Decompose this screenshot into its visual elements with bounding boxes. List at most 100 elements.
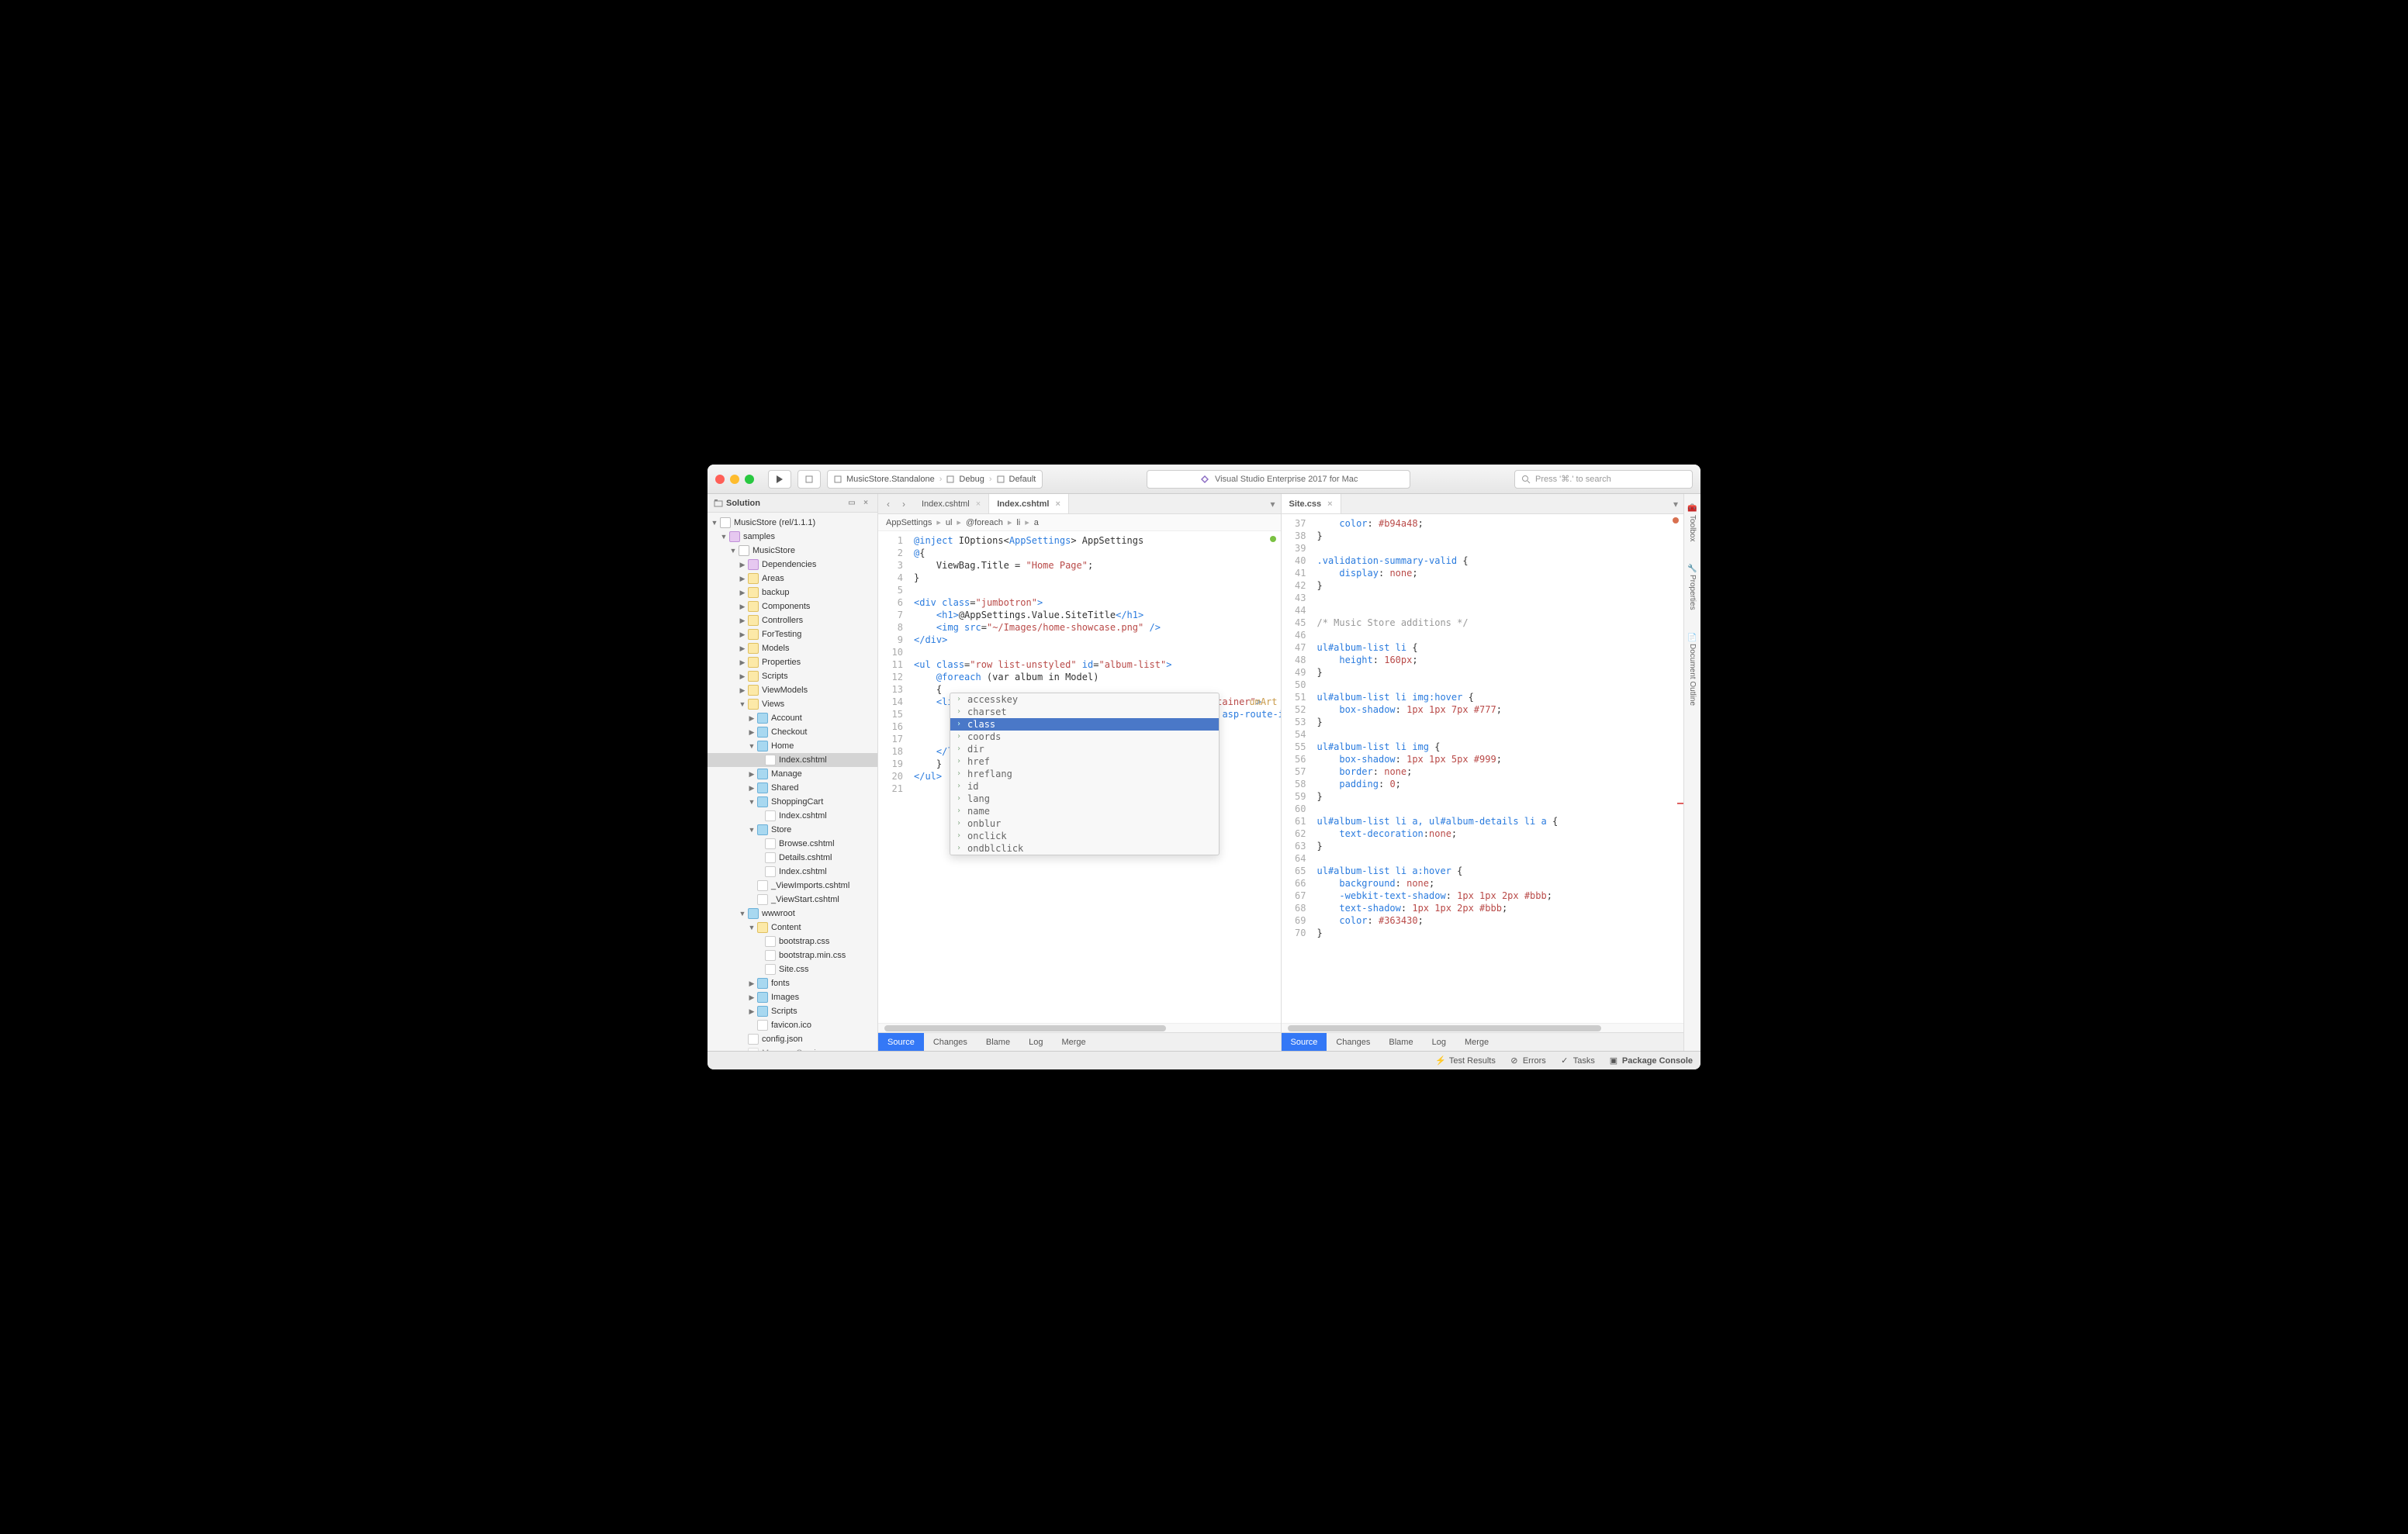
- tree-file[interactable]: Index.cshtml: [708, 865, 877, 879]
- bottom-tab-log[interactable]: Log: [1019, 1033, 1052, 1051]
- tree-item[interactable]: ▶Images: [708, 990, 877, 1004]
- bottom-tab-changes[interactable]: Changes: [924, 1033, 977, 1051]
- tree-file-index-cshtml[interactable]: Index.cshtml: [708, 753, 877, 767]
- pad-properties[interactable]: 🔧 Properties: [1687, 558, 1698, 615]
- tree-file[interactable]: favicon.ico: [708, 1018, 877, 1032]
- tab-site-css[interactable]: Site.css×: [1282, 494, 1341, 513]
- tree-solution-root[interactable]: ▼MusicStore (rel/1.1.1): [708, 516, 877, 530]
- folder-icon: [729, 531, 740, 542]
- pad-toolbox[interactable]: 🧰 Toolbox: [1687, 499, 1698, 546]
- code-editor-right[interactable]: 3738394041424344454647484950515253545556…: [1282, 514, 1684, 1023]
- run-configuration[interactable]: MusicStore.Standalone › Debug › Default: [827, 470, 1043, 489]
- tree-folder-shoppingcart[interactable]: ▼ShoppingCart: [708, 795, 877, 809]
- autocomplete-item[interactable]: ›accesskey: [950, 693, 1219, 706]
- solution-icon: [720, 517, 731, 528]
- autocomplete-item[interactable]: ›charset: [950, 706, 1219, 718]
- close-icon[interactable]: ×: [1327, 499, 1332, 509]
- tree-item[interactable]: ▶Dependencies: [708, 558, 877, 572]
- autocomplete-item[interactable]: ›class: [950, 718, 1219, 731]
- autocomplete-item[interactable]: ›name: [950, 805, 1219, 817]
- bottom-tab-source[interactable]: Source: [1282, 1033, 1327, 1051]
- global-search[interactable]: Press '⌘.' to search: [1514, 470, 1693, 489]
- horizontal-scrollbar[interactable]: [878, 1023, 1281, 1032]
- pad-document-outline[interactable]: 📄 Document Outline: [1687, 627, 1698, 710]
- tree-item[interactable]: ▶ViewModels: [708, 683, 877, 697]
- autocomplete-item[interactable]: ›onclick: [950, 830, 1219, 842]
- tab-index-1[interactable]: Index.cshtml×: [914, 494, 989, 513]
- tree-folder-wwwroot[interactable]: ▼wwwroot: [708, 907, 877, 921]
- tree-folder-content[interactable]: ▼Content: [708, 921, 877, 935]
- solution-tree[interactable]: ▼MusicStore (rel/1.1.1) ▼samples ▼MusicS…: [708, 513, 877, 1051]
- bottom-tab-merge[interactable]: Merge: [1455, 1033, 1498, 1051]
- breadcrumb[interactable]: AppSettings▸ ul▸ @foreach▸ li▸ a: [878, 514, 1281, 531]
- file-icon: [748, 1048, 759, 1051]
- tree-item[interactable]: ▶Scripts: [708, 1004, 877, 1018]
- pad-close-button[interactable]: ×: [860, 498, 871, 509]
- tree-folder-views[interactable]: ▼Views: [708, 697, 877, 711]
- tree-file-site-css[interactable]: Site.css: [708, 962, 877, 976]
- tree-item[interactable]: ▶fonts: [708, 976, 877, 990]
- tree-project-musicstore[interactable]: ▼MusicStore: [708, 544, 877, 558]
- tree-file[interactable]: bootstrap.css: [708, 935, 877, 948]
- config-extra-button[interactable]: [797, 470, 821, 489]
- tab-overflow-button[interactable]: ▾: [1668, 494, 1683, 513]
- run-target: Default: [1009, 475, 1036, 484]
- nav-forward-button[interactable]: ›: [897, 497, 911, 511]
- close-icon[interactable]: ×: [976, 499, 981, 509]
- zoom-window-button[interactable]: [745, 475, 754, 484]
- bottom-tab-merge[interactable]: Merge: [1052, 1033, 1095, 1051]
- tree-folder-samples[interactable]: ▼samples: [708, 530, 877, 544]
- nav-back-button[interactable]: ‹: [881, 497, 895, 511]
- autocomplete-item[interactable]: ›coords: [950, 731, 1219, 743]
- autocomplete-item[interactable]: ›hreflang: [950, 768, 1219, 780]
- autocomplete-item[interactable]: ›ondblclick: [950, 842, 1219, 855]
- bottom-tab-source[interactable]: Source: [878, 1033, 924, 1051]
- autocomplete-item[interactable]: ›lang: [950, 793, 1219, 805]
- status-tasks[interactable]: ✓Tasks: [1560, 1056, 1595, 1066]
- tree-item[interactable]: ▶Properties: [708, 655, 877, 669]
- bottom-tab-changes[interactable]: Changes: [1327, 1033, 1379, 1051]
- tree-item[interactable]: ▶backup: [708, 586, 877, 599]
- autocomplete-popup[interactable]: ›accesskey›charset›class›coords›dir›href…: [950, 693, 1220, 855]
- tree-item[interactable]: ▶Components: [708, 599, 877, 613]
- tree-folder-home[interactable]: ▼Home: [708, 739, 877, 753]
- tree-file[interactable]: config.json: [708, 1032, 877, 1046]
- code-editor-left[interactable]: 123456789101112131415161718192021 @injec…: [878, 531, 1281, 1023]
- tree-file[interactable]: MessageServices.cs: [708, 1046, 877, 1051]
- tree-item[interactable]: ▶ForTesting: [708, 627, 877, 641]
- tree-folder-store[interactable]: ▼Store: [708, 823, 877, 837]
- horizontal-scrollbar[interactable]: [1282, 1023, 1684, 1032]
- tree-item[interactable]: ▶Manage: [708, 767, 877, 781]
- tree-file[interactable]: _ViewStart.cshtml: [708, 893, 877, 907]
- tree-item[interactable]: ▶Models: [708, 641, 877, 655]
- tab-overflow-button[interactable]: ▾: [1265, 494, 1281, 513]
- autocomplete-item[interactable]: ›id: [950, 780, 1219, 793]
- tree-item[interactable]: ▶Checkout: [708, 725, 877, 739]
- minimize-window-button[interactable]: [730, 475, 739, 484]
- bottom-tab-blame[interactable]: Blame: [1379, 1033, 1422, 1051]
- status-test-results[interactable]: ⚡Test Results: [1436, 1056, 1496, 1066]
- tree-file[interactable]: bootstrap.min.css: [708, 948, 877, 962]
- tree-file[interactable]: Index.cshtml: [708, 809, 877, 823]
- tree-item[interactable]: ▶Account: [708, 711, 877, 725]
- status-errors[interactable]: ⊘Errors: [1510, 1056, 1546, 1066]
- run-button[interactable]: [768, 470, 791, 489]
- tree-item[interactable]: ▶Shared: [708, 781, 877, 795]
- autocomplete-item[interactable]: ›dir: [950, 743, 1219, 755]
- pad-options-button[interactable]: ▭: [846, 498, 857, 509]
- tree-item[interactable]: ▶Scripts: [708, 669, 877, 683]
- code-content[interactable]: color: #b94a48; } .validation-summary-va…: [1313, 514, 1684, 1023]
- close-icon[interactable]: ×: [1055, 499, 1060, 509]
- tree-item[interactable]: ▶Areas: [708, 572, 877, 586]
- tree-item[interactable]: ▶Controllers: [708, 613, 877, 627]
- tree-file[interactable]: Browse.cshtml: [708, 837, 877, 851]
- tab-index-2[interactable]: Index.cshtml×: [989, 494, 1069, 513]
- tree-file[interactable]: Details.cshtml: [708, 851, 877, 865]
- bottom-tab-log[interactable]: Log: [1423, 1033, 1455, 1051]
- autocomplete-item[interactable]: ›href: [950, 755, 1219, 768]
- bottom-tab-blame[interactable]: Blame: [977, 1033, 1019, 1051]
- autocomplete-item[interactable]: ›onblur: [950, 817, 1219, 830]
- tree-file[interactable]: _ViewImports.cshtml: [708, 879, 877, 893]
- status-package-console[interactable]: ▣Package Console: [1609, 1056, 1693, 1066]
- close-window-button[interactable]: [715, 475, 725, 484]
